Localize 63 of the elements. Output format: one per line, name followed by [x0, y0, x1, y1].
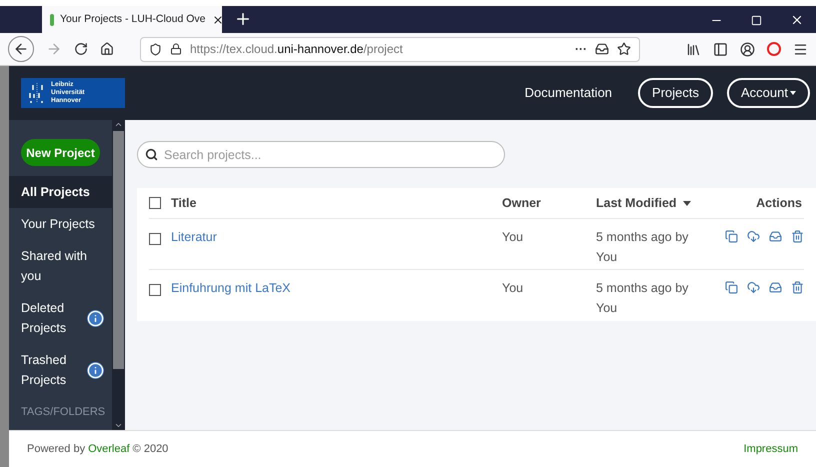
lock-icon [170, 43, 182, 55]
shield-icon [149, 42, 162, 56]
table-cell-text: You [502, 229, 524, 246]
download-icon[interactable] [747, 281, 760, 294]
library-icon[interactable] [686, 42, 701, 56]
project-link[interactable]: Einfuhrung mit LaTeX [171, 278, 502, 298]
info-icon[interactable] [87, 362, 104, 378]
trash-icon[interactable] [791, 281, 804, 294]
maximize-icon[interactable] [751, 14, 762, 26]
table-cell-text: You [502, 280, 524, 297]
back-button[interactable] [8, 36, 34, 62]
checkbox[interactable] [149, 197, 161, 209]
sidebar-item[interactable]: Trashed Projects [9, 344, 112, 396]
search-field[interactable]: Search projects... [137, 141, 505, 168]
copy-icon[interactable] [725, 230, 738, 243]
account-icon[interactable] [740, 42, 755, 56]
archive-icon[interactable] [769, 230, 782, 243]
projects-button[interactable]: Projects [638, 78, 714, 108]
search-icon [145, 148, 158, 161]
column-header: Title [171, 194, 198, 212]
close-window-icon[interactable] [790, 13, 804, 27]
table-cell-text: 5 months ago by You [596, 229, 690, 266]
reload-icon[interactable] [74, 42, 88, 56]
url-text: https://tex.cloud.uni-hannover.de/project [190, 41, 403, 58]
column-header: Owner [502, 194, 542, 212]
sidebar-item[interactable]: Deleted Projects [9, 292, 112, 344]
new-tab-icon[interactable] [234, 10, 252, 28]
copy-icon[interactable] [725, 281, 738, 294]
info-icon[interactable] [87, 310, 104, 326]
close-icon[interactable] [212, 14, 224, 26]
scroll-down-icon[interactable] [114, 421, 123, 430]
tab-title: Your Projects - LUH-Cloud Ove [60, 12, 206, 27]
archive-icon[interactable] [769, 281, 782, 294]
project-link[interactable]: Literatur [171, 227, 502, 247]
star-icon[interactable] [617, 42, 631, 56]
download-icon[interactable] [747, 230, 760, 243]
sidebar-item[interactable]: Shared with you [9, 240, 112, 292]
extension-icon[interactable] [767, 42, 781, 56]
column-header[interactable]: Last Modified [596, 194, 712, 212]
trash-icon[interactable] [791, 230, 804, 243]
checkbox[interactable] [149, 284, 161, 296]
sidebar-icon[interactable] [713, 42, 728, 56]
pocket-icon[interactable] [595, 42, 609, 56]
checkbox[interactable] [149, 233, 161, 245]
documentation-link[interactable]: Documentation [524, 83, 612, 103]
section-label: TAGS/FOLDERS [20, 405, 106, 420]
home-icon[interactable] [100, 42, 114, 56]
sidebar-item[interactable]: All Projects [9, 176, 112, 208]
more-text[interactable]: ··· [575, 40, 587, 58]
browser-tab[interactable]: Your Projects - LUH-Cloud Ove [42, 6, 222, 33]
new-project-button[interactable]: New Project [21, 139, 100, 166]
table-cell-text: 5 months ago by You [596, 280, 690, 317]
url-field[interactable]: https://tex.cloud.uni-hannover.de/project ··· [140, 36, 640, 62]
column-header: Actions [755, 194, 803, 212]
overleaf-link[interactable]: Overleaf [88, 440, 130, 458]
account-button[interactable]: Account [727, 78, 810, 108]
copyright-text: © 2020 [132, 442, 168, 457]
footer-text: Powered by [27, 442, 86, 457]
scrollbar-thumb[interactable] [113, 131, 124, 369]
impressum-link[interactable]: Impressum [744, 440, 798, 458]
menu-icon[interactable] [793, 42, 808, 56]
sidebar-item[interactable]: Your Projects [9, 208, 112, 240]
scroll-up-icon[interactable] [114, 120, 123, 129]
